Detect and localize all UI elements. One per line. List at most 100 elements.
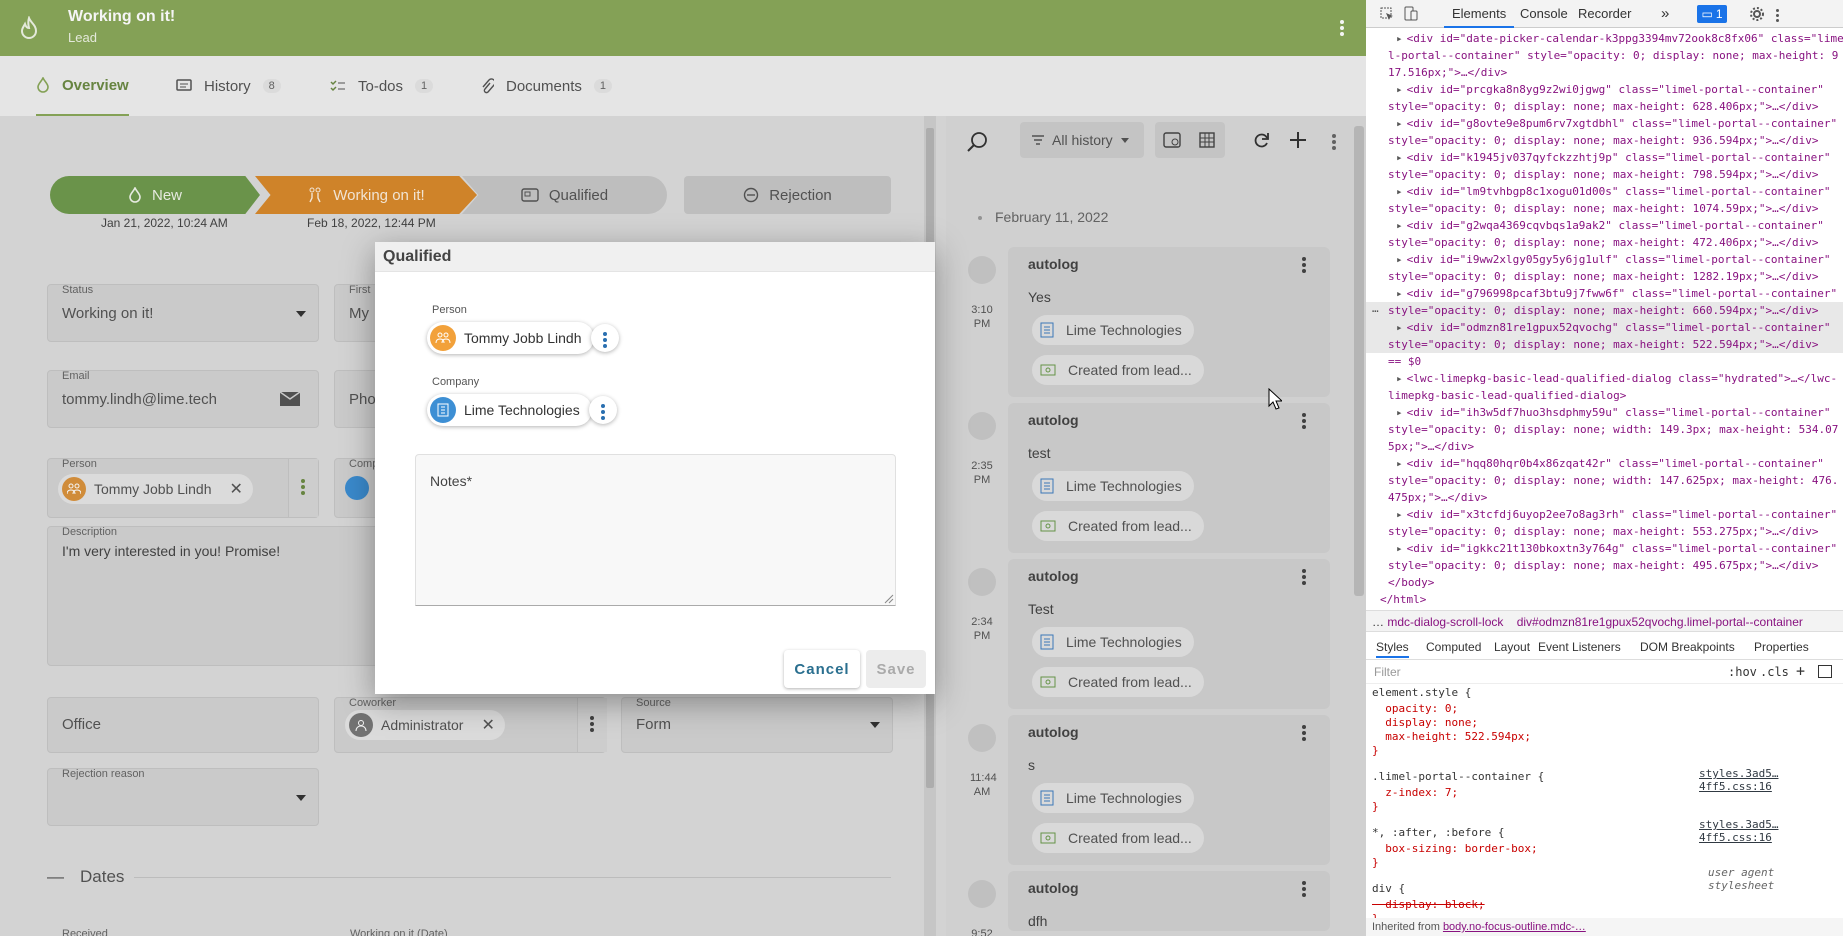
inherited-header: Inherited from body.no-focus-outline.mdc… <box>1366 918 1843 936</box>
message-icon: ▭ <box>1701 7 1713 21</box>
company-menu-button[interactable] <box>589 396 617 424</box>
dom-node-line[interactable]: style="opacity: 0; display: none; max-he… <box>1366 98 1843 115</box>
styles-tab[interactable]: Event Listeners <box>1538 636 1621 658</box>
dom-node-line[interactable]: style="opacity: 0; display: none; max-he… <box>1366 166 1843 183</box>
dom-node-line[interactable]: style="opacity: 0; display: none; width:… <box>1366 472 1843 489</box>
dom-node-line[interactable]: ▸ <lwc-limepkg-basic-lead-qualified-dialo… <box>1366 370 1843 387</box>
dom-node-line[interactable]: style="opacity: 0; display: none; max-he… <box>1366 302 1843 319</box>
dom-node-line[interactable]: style="opacity: 0; display: none; max-he… <box>1366 523 1843 540</box>
style-rule-line: *, :after, :before { <box>1372 826 1505 839</box>
filter-input[interactable]: Filter <box>1374 665 1401 679</box>
dom-node-line[interactable]: ▸ <div id="date-picker-calendar-k3ppg3394… <box>1366 30 1843 47</box>
dom-node-line[interactable]: </html> <box>1366 591 1843 608</box>
dom-node-line[interactable]: style="opacity: 0; display: none; max-he… <box>1366 268 1843 285</box>
dom-line-text: style="opacity: 0; display: none; max-he… <box>1388 236 1819 249</box>
style-rule-line: max-height: 522.594px; <box>1372 730 1531 743</box>
company-label: Company <box>432 376 480 388</box>
company-chip[interactable]: Lime Technologies <box>427 394 592 426</box>
devtools-panel: Elements Console Recorder » ▭ 1 ▸ <div id=… <box>1366 0 1843 936</box>
style-rule-line: display: none; <box>1372 716 1478 729</box>
tab-recorder[interactable]: Recorder <box>1572 0 1637 28</box>
person-chip[interactable]: Tommy Jobb Lindh <box>427 322 594 354</box>
dom-node-line[interactable]: ▸ <div id="prcgka8n8yg9z2wi0jgwg" class="… <box>1366 81 1843 98</box>
style-rule-line: opacity: 0; <box>1372 702 1459 715</box>
dom-node-line[interactable]: ▸ <div id="igkkc21t130bkoxtn3y764g" class… <box>1366 540 1843 557</box>
more-tabs-icon[interactable]: » <box>1661 0 1669 28</box>
breadcrumb-item-selected[interactable]: div#odmzn81re1gpux52qvochg.limel-portal-… <box>1517 615 1803 629</box>
style-rule-line: z-index: 7; <box>1372 786 1459 799</box>
dom-node-line[interactable]: style="opacity: 0; display: none; max-he… <box>1366 336 1843 353</box>
cancel-button[interactable]: Cancel <box>784 650 860 688</box>
more-vertical-icon[interactable] <box>1776 7 1782 24</box>
cls-toggle[interactable]: .cls <box>1760 665 1789 679</box>
rule-source-link[interactable]: styles.3ad5…4ff5.css:16 <box>1699 767 1843 793</box>
mouse-cursor-icon <box>1268 388 1282 410</box>
issues-badge[interactable]: ▭ 1 <box>1697 5 1727 23</box>
styles-tab[interactable]: DOM Breakpoints <box>1640 636 1735 658</box>
inherited-link[interactable]: body.no-focus-outline.mdc-… <box>1443 921 1586 933</box>
dom-node-line[interactable]: ▸ <div id="g796998pcaf3btu9j7fww6f" class… <box>1366 285 1843 302</box>
hov-toggle[interactable]: :hov <box>1728 665 1757 679</box>
styles-tab[interactable]: Styles <box>1376 636 1409 658</box>
new-rule-icon[interactable]: + <box>1796 662 1805 680</box>
style-rule-line: display: block; <box>1372 898 1485 911</box>
dom-node-line[interactable]: == $0 <box>1366 353 1843 370</box>
tab-console[interactable]: Console <box>1514 0 1574 28</box>
dom-node-line[interactable]: ▸ <div id="odmzn81re1gpux52qvochg" class=… <box>1366 319 1843 336</box>
gear-icon[interactable] <box>1749 6 1765 22</box>
dom-line-text: <div id="i9ww2xlgy05gy5y6jg1ulf" class="… <box>1406 253 1831 266</box>
rule-source-link[interactable]: styles.3ad5…4ff5.css:16 <box>1699 818 1843 844</box>
notes-textarea[interactable]: Notes* <box>415 454 896 606</box>
dom-node-line[interactable]: ▸ <div id="g8ovte9e8pum6rv7xgtdbhl" class… <box>1366 115 1843 132</box>
dom-line-text: <div id="hqq80hqr0b4x86zqat42r" class="l… <box>1406 457 1824 470</box>
styles-tab[interactable]: Properties <box>1754 636 1809 658</box>
person-label: Person <box>432 304 467 316</box>
toggle-sidebar-icon[interactable] <box>1818 665 1832 678</box>
inspect-icon[interactable] <box>1380 7 1394 21</box>
building-icon <box>430 397 456 423</box>
dom-line-text: == $0 <box>1388 355 1422 368</box>
dom-line-text: <div id="ih3w5df7huo3hsdphmy59u" class="… <box>1406 406 1831 419</box>
dom-line-text: style="opacity: 0; display: none; max-he… <box>1388 270 1819 283</box>
dom-node-line[interactable]: style="opacity: 0; display: none; max-he… <box>1366 132 1843 149</box>
dom-node-line[interactable]: 17.516px;">…</div> <box>1366 64 1843 81</box>
styles-tab[interactable]: Layout <box>1494 636 1530 658</box>
dom-node-line[interactable]: 5px;">…</div> <box>1366 438 1843 455</box>
breadcrumb-item[interactable]: mdc-dialog-scroll-lock <box>1387 615 1503 629</box>
resize-handle-icon[interactable] <box>884 594 894 604</box>
dom-node-line[interactable]: limepkg-basic-lead-qualified-dialog> <box>1366 387 1843 404</box>
dom-line-text: <div id="date-picker-calendar-k3ppg3394m… <box>1406 32 1843 45</box>
dom-line-text: l-portal--container" style="opacity: 0; … <box>1388 49 1839 62</box>
chip-label: Tommy Jobb Lindh <box>464 330 582 346</box>
dom-node-line[interactable]: ▸ <div id="lm9tvhbgp8c1xogu01d00s" class=… <box>1366 183 1843 200</box>
dom-tree: ▸ <div id="date-picker-calendar-k3ppg3394… <box>1366 30 1843 608</box>
dom-line-text: style="opacity: 0; display: none; width:… <box>1388 423 1839 436</box>
dom-node-line[interactable]: ▸ <div id="k1945jv037qyfckzzhtj9p" class=… <box>1366 149 1843 166</box>
tab-elements[interactable]: Elements <box>1444 0 1515 28</box>
dom-line-text: limepkg-basic-lead-qualified-dialog> <box>1388 389 1627 402</box>
dom-line-text: <div id="x3tcfdj6uyop2ee7o8ag3rh" class=… <box>1406 508 1838 521</box>
ellipsis-icon[interactable]: … <box>1372 302 1379 315</box>
person-menu-button[interactable] <box>591 324 619 352</box>
dom-node-line[interactable]: style="opacity: 0; display: none; width:… <box>1366 421 1843 438</box>
dom-node-line[interactable]: l-portal--container" style="opacity: 0; … <box>1366 47 1843 64</box>
dom-node-line[interactable]: ▸ <div id="ih3w5df7huo3hsdphmy59u" class=… <box>1366 404 1843 421</box>
dom-node-line[interactable]: ▸ <div id="i9ww2xlgy05gy5y6jg1ulf" class=… <box>1366 251 1843 268</box>
dom-node-line[interactable]: style="opacity: 0; display: none; max-he… <box>1366 557 1843 574</box>
dom-line-text: <div id="k1945jv037qyfckzzhtj9p" class="… <box>1406 151 1831 164</box>
dom-node-line[interactable]: ▸ <div id="g2wqa4369cqvbqs1a9ak2" class="… <box>1366 217 1843 234</box>
dom-node-line[interactable]: style="opacity: 0; display: none; max-he… <box>1366 200 1843 217</box>
dom-node-line[interactable]: ▸ <div id="hqq80hqr0b4x86zqat42r" class="… <box>1366 455 1843 472</box>
dom-node-line[interactable]: </body> <box>1366 574 1843 591</box>
dom-node-line[interactable]: style="opacity: 0; display: none; max-he… <box>1366 234 1843 251</box>
dom-node-line[interactable]: ▸ <div id="x3tcfdj6uyop2ee7o8ag3rh" class… <box>1366 506 1843 523</box>
dom-line-text: 17.516px;">…</div> <box>1388 66 1508 79</box>
style-rule-line: .limel-portal--container { <box>1372 770 1545 783</box>
device-toolbar-icon[interactable] <box>1404 6 1418 21</box>
styles-tab[interactable]: Computed <box>1426 636 1481 658</box>
dom-node-line[interactable]: 475px;">…</div> <box>1366 489 1843 506</box>
rule-source-label: user agent stylesheet <box>1708 866 1775 892</box>
dom-line-text: style="opacity: 0; display: none; width:… <box>1388 474 1839 487</box>
save-button[interactable]: Save <box>866 650 926 688</box>
style-rule-line: element.style { <box>1372 686 1472 699</box>
